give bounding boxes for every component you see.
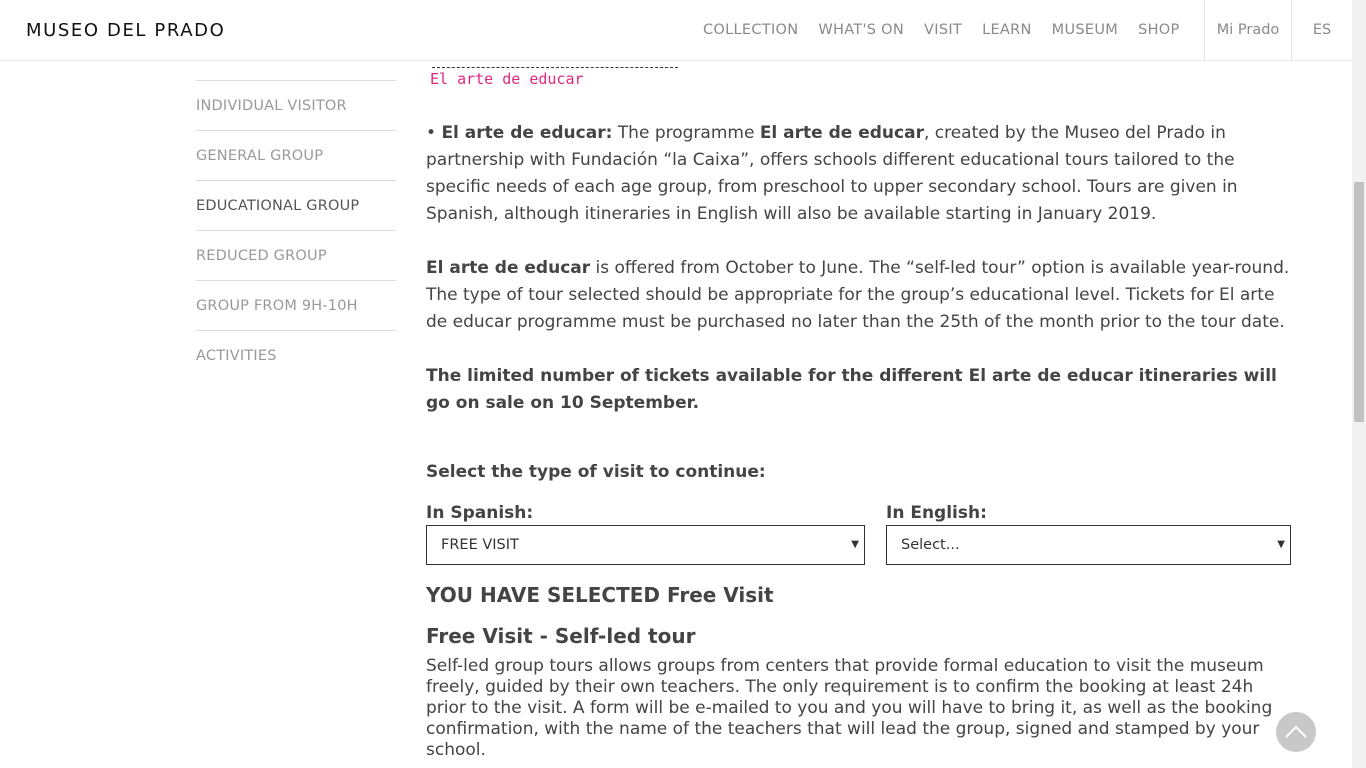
caret-down-icon: ▼ <box>1277 539 1285 550</box>
tickets-notice: The limited number of tickets available … <box>426 366 1277 413</box>
nav-museum[interactable]: MUSEUM <box>1042 22 1128 38</box>
sidebar-item-group-9h-10h[interactable]: GROUP FROM 9H-10H <box>196 280 396 330</box>
nav-mi-prado[interactable]: Mi Prado <box>1204 0 1292 60</box>
selected-visit-heading: YOU HAVE SELECTED Free Visit <box>426 583 774 607</box>
chevron-up-icon <box>1285 725 1307 738</box>
english-select-value: Select... <box>901 537 960 553</box>
english-visit-select[interactable]: Select... ▼ <box>886 525 1291 565</box>
language-switch[interactable]: ES <box>1292 0 1352 60</box>
logo-text: El arte de educar <box>430 70 584 88</box>
site-header: MUSEO DEL PRADO COLLECTION WHAT'S ON VIS… <box>0 0 1352 61</box>
visit-description: Self-led group tours allows groups from … <box>426 656 1273 760</box>
site-logo[interactable]: MUSEO DEL PRADO <box>26 20 225 41</box>
spanish-visit-select[interactable]: FREE VISIT ▼ <box>426 525 865 565</box>
caret-down-icon: ▼ <box>851 539 859 550</box>
sidebar-item-individual-visitor[interactable]: INDIVIDUAL VISITOR <box>196 80 396 130</box>
sidebar-item-reduced-group[interactable]: REDUCED GROUP <box>196 230 396 280</box>
nav-collection[interactable]: COLLECTION <box>693 22 808 38</box>
logo-dashed-line <box>432 67 678 68</box>
sidebar-menu: INDIVIDUAL VISITOR GENERAL GROUP EDUCATI… <box>196 80 396 380</box>
nav-shop[interactable]: SHOP <box>1128 22 1189 38</box>
spanish-select-value: FREE VISIT <box>441 537 519 553</box>
sidebar-item-activities[interactable]: ACTIVITIES <box>196 330 396 380</box>
main-nav: COLLECTION WHAT'S ON VISIT LEARN MUSEUM … <box>693 0 1190 60</box>
nav-learn[interactable]: LEARN <box>972 22 1042 38</box>
nav-visit[interactable]: VISIT <box>914 22 972 38</box>
english-label: In English: <box>886 503 987 523</box>
sidebar-item-general-group[interactable]: GENERAL GROUP <box>196 130 396 180</box>
intro-paragraph: • El arte de educar: The programme El ar… <box>426 123 1238 224</box>
visit-type-heading: Free Visit - Self-led tour <box>426 624 696 648</box>
scrollbar-thumb[interactable] <box>1354 182 1364 422</box>
page-scrollbar[interactable] <box>1352 0 1366 768</box>
select-visit-title: Select the type of visit to continue: <box>426 462 766 482</box>
spanish-label: In Spanish: <box>426 503 534 523</box>
sidebar-item-educational-group[interactable]: EDUCATIONAL GROUP <box>196 180 396 230</box>
nav-whats-on[interactable]: WHAT'S ON <box>808 22 914 38</box>
schedule-paragraph: El arte de educar is offered from Octobe… <box>426 258 1290 332</box>
back-to-top-button[interactable] <box>1276 712 1316 752</box>
el-arte-de-educar-logo: El arte de educar <box>428 60 680 90</box>
